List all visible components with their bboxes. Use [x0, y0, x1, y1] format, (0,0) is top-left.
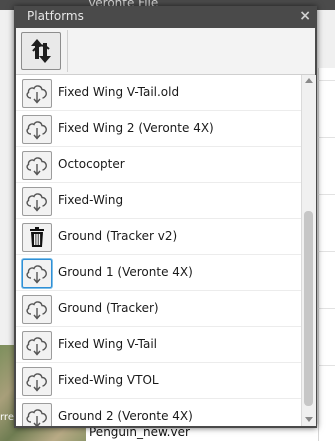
- download-platform-button[interactable]: [22, 259, 52, 288]
- toolbar-separator: [67, 30, 68, 72]
- scroll-up-icon[interactable]: [305, 78, 313, 83]
- download-platform-button[interactable]: [22, 187, 52, 216]
- dialog-toolbar: [16, 28, 315, 75]
- download-platform-button[interactable]: [22, 331, 52, 360]
- platform-label: Fixed Wing V-Tail.old: [58, 85, 180, 99]
- background-list-line: [318, 365, 335, 366]
- platform-item[interactable]: Octocopter: [16, 147, 301, 183]
- platform-label: Fixed Wing 2 (Veronte 4X): [58, 121, 214, 135]
- list-scrollbar[interactable]: [301, 75, 316, 426]
- dialog-title: Platforms: [27, 9, 84, 23]
- background-list: [318, 68, 335, 441]
- download-platform-button[interactable]: [22, 151, 52, 180]
- background-list-line: [318, 80, 335, 81]
- background-list-line: [318, 251, 335, 252]
- platform-label: Ground 2 (Veronte 4X): [58, 409, 193, 423]
- platform-list: Fixed Wing V-Tail.old Fixed Wing 2 (Veron…: [16, 75, 301, 426]
- platform-item[interactable]: Fixed-Wing VTOL: [16, 363, 301, 399]
- platform-label: Ground (Tracker v2): [58, 229, 178, 243]
- platform-label: Ground 1 (Veronte 4X): [58, 265, 193, 279]
- background-list-line: [318, 194, 335, 195]
- platforms-dialog: Platforms × Fixed Wing V-Tail.old Fixed W…: [14, 6, 317, 428]
- platform-label: Ground (Tracker): [58, 301, 159, 315]
- sync-button[interactable]: [21, 32, 61, 70]
- background-list-line: [318, 308, 335, 309]
- platform-item[interactable]: Ground 2 (Veronte 4X): [16, 399, 301, 426]
- download-platform-button[interactable]: [22, 367, 52, 396]
- platform-item[interactable]: Fixed Wing V-Tail: [16, 327, 301, 363]
- platform-item[interactable]: Fixed Wing 2 (Veronte 4X): [16, 111, 301, 147]
- download-platform-button[interactable]: [22, 403, 52, 426]
- platform-label: Fixed Wing V-Tail: [58, 337, 157, 351]
- download-platform-button[interactable]: [22, 79, 52, 108]
- scroll-down-icon[interactable]: [305, 417, 313, 422]
- platform-item[interactable]: Ground (Tracker v2): [16, 219, 301, 255]
- platform-label: Fixed-Wing: [58, 193, 124, 207]
- scroll-thumb[interactable]: [304, 211, 313, 406]
- close-icon[interactable]: ×: [299, 8, 311, 24]
- platform-label: Fixed-Wing VTOL: [58, 373, 159, 387]
- delete-platform-button[interactable]: [22, 223, 52, 252]
- platform-item[interactable]: Ground 1 (Veronte 4X): [16, 255, 301, 291]
- platform-label: Octocopter: [58, 157, 125, 171]
- sync-arrows-icon: [31, 39, 51, 63]
- dialog-titlebar[interactable]: Platforms ×: [14, 6, 317, 28]
- platform-item[interactable]: Fixed Wing V-Tail.old: [16, 75, 301, 111]
- background-list-line: [318, 137, 335, 138]
- download-platform-button[interactable]: [22, 295, 52, 324]
- platform-item[interactable]: Fixed-Wing: [16, 183, 301, 219]
- platform-item[interactable]: Ground (Tracker): [16, 291, 301, 327]
- download-platform-button[interactable]: [22, 115, 52, 144]
